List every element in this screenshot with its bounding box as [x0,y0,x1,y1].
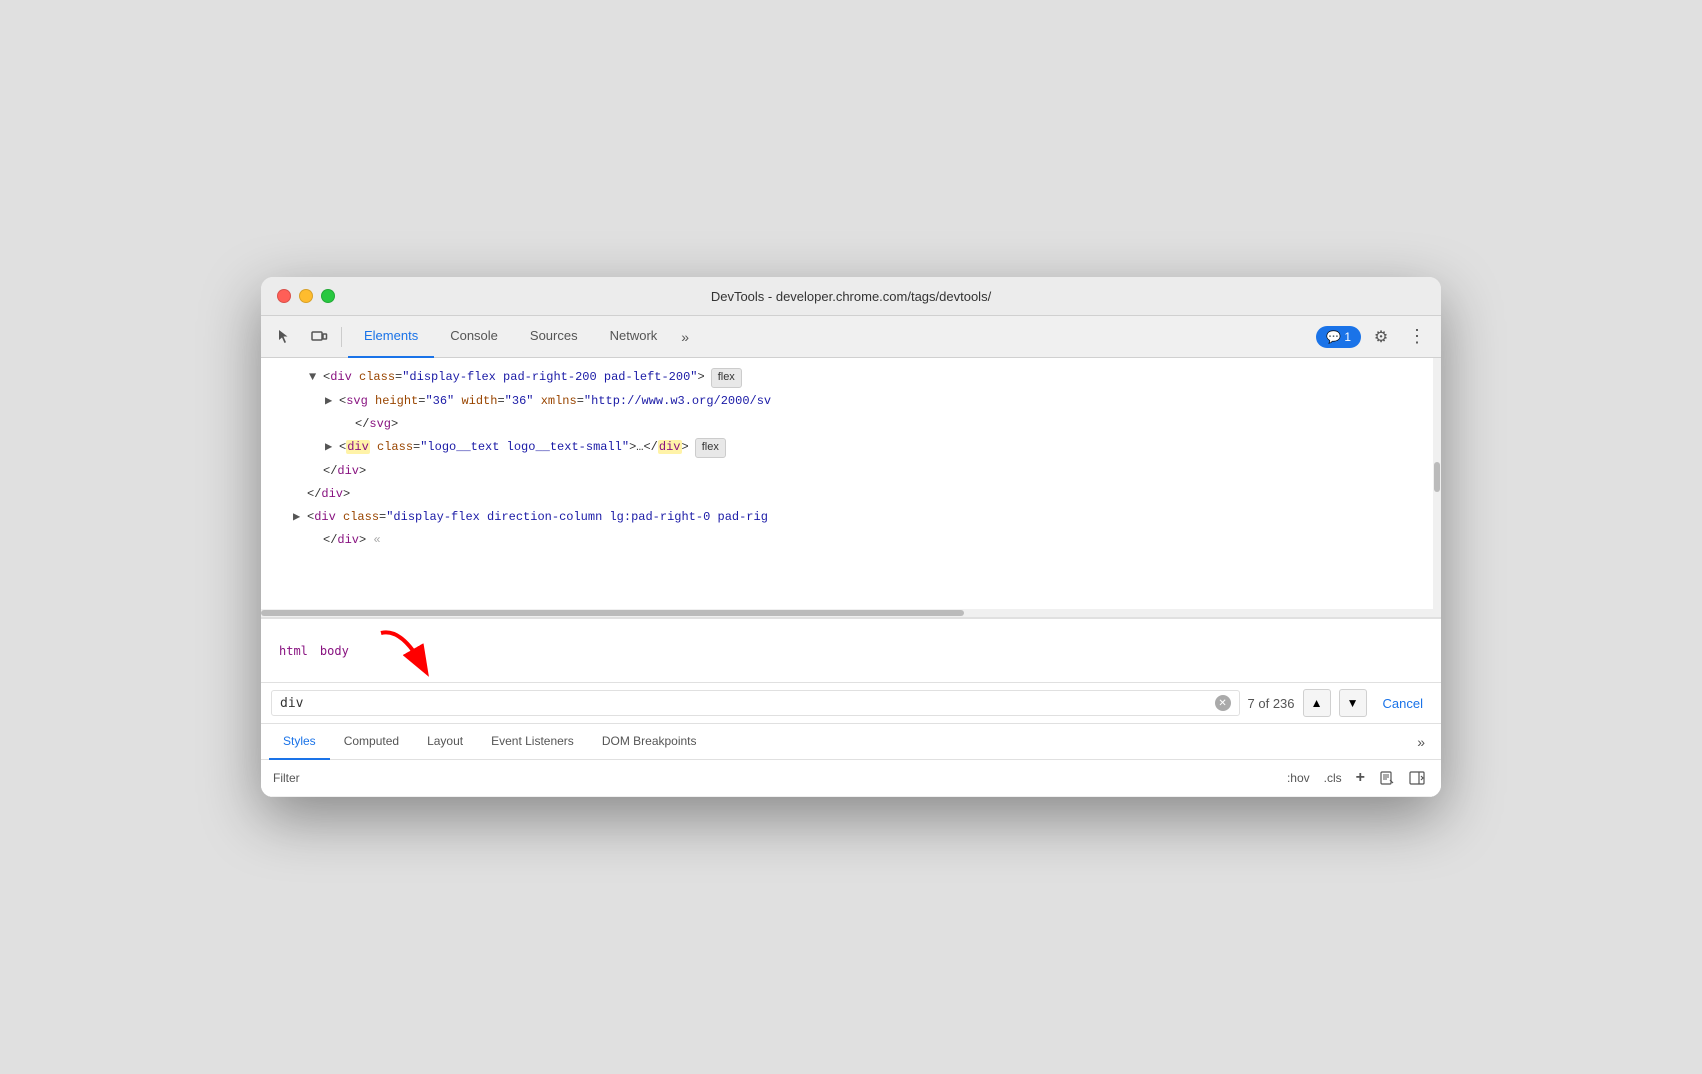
flex-badge[interactable]: flex [711,368,742,388]
more-options-button[interactable]: ⋮ [1401,321,1433,353]
filter-actions: :hov .cls + [1283,766,1429,790]
filter-bar: Filter :hov .cls + [261,760,1441,797]
minimize-button[interactable] [299,289,313,303]
toolbar-divider [341,327,342,347]
dom-line[interactable]: ▶ </div> [261,460,1441,483]
cls-button[interactable]: .cls [1320,769,1346,787]
vertical-scrollbar-thumb[interactable] [1434,462,1440,492]
dom-line[interactable]: ▶ </svg> [261,413,1441,436]
toolbar-right: 💬 1 ⚙ ⋮ [1316,321,1433,353]
close-button[interactable] [277,289,291,303]
add-style-button[interactable]: + [1352,767,1369,789]
inspect-element-button[interactable] [269,321,301,353]
search-prev-button[interactable]: ▲ [1303,689,1331,717]
tab-computed[interactable]: Computed [330,724,413,760]
dom-line[interactable]: ▶ <div class="display-flex direction-col… [261,506,1441,529]
breadcrumb-body[interactable]: body [314,642,355,660]
more-tabs-button[interactable]: » [673,316,697,358]
expand-arrow[interactable]: ▶ [293,508,305,527]
styles-panel: Styles Computed Layout Event Listeners D… [261,724,1441,797]
dom-line[interactable]: ▶ <svg height="36" width="36" xmlns="htt… [261,390,1441,413]
tab-network[interactable]: Network [594,316,674,358]
devtools-window: DevTools - developer.chrome.com/tags/dev… [261,277,1441,797]
tab-sources[interactable]: Sources [514,316,594,358]
filter-label: Filter [273,771,1275,785]
devtools-toolbar: Elements Console Sources Network » 💬 1 ⚙… [261,316,1441,358]
expand-arrow[interactable]: ▼ [309,368,321,387]
search-next-button[interactable]: ▼ [1339,689,1367,717]
horizontal-scrollbar[interactable] [261,609,1433,617]
styles-tabs: Styles Computed Layout Event Listeners D… [261,724,1441,760]
dom-line[interactable]: ▼ <div class="display-flex pad-right-200… [261,366,1441,390]
search-bar: ✕ 7 of 236 ▲ ▼ Cancel [261,683,1441,724]
flex-badge-2[interactable]: flex [695,438,726,458]
tab-nav: Elements Console Sources Network » [348,316,1314,357]
toggle-sidebar-button[interactable] [1405,766,1429,790]
search-clear-button[interactable]: ✕ [1215,695,1231,711]
breadcrumb-html[interactable]: html [273,642,314,660]
traffic-lights [277,289,335,303]
hov-button[interactable]: :hov [1283,769,1314,787]
device-icon [310,328,328,346]
maximize-button[interactable] [321,289,335,303]
vertical-scrollbar[interactable] [1433,358,1441,617]
window-title: DevTools - developer.chrome.com/tags/dev… [711,289,991,304]
tab-styles[interactable]: Styles [269,724,330,760]
device-toolbar-button[interactable] [303,321,335,353]
dom-line-highlight[interactable]: ▶ <div class="logo__text logo__text-smal… [261,436,1441,460]
expand-arrow[interactable]: ▶ [325,392,337,411]
dom-panel[interactable]: ▼ <div class="display-flex pad-right-200… [261,358,1441,618]
more-style-tabs-button[interactable]: » [1409,734,1433,750]
title-bar: DevTools - developer.chrome.com/tags/dev… [261,277,1441,316]
expand-arrow[interactable]: ▶ [325,438,337,457]
tab-console[interactable]: Console [434,316,514,358]
settings-button[interactable]: ⚙ [1365,321,1397,353]
tab-elements[interactable]: Elements [348,316,434,358]
search-input[interactable] [280,696,1209,711]
tab-event-listeners[interactable]: Event Listeners [477,724,588,760]
dom-line[interactable]: ▶ </div> « [261,529,1441,552]
cursor-icon [276,328,294,346]
breadcrumb-bar: html body [261,618,1441,683]
tab-dom-breakpoints[interactable]: DOM Breakpoints [588,724,711,760]
notification-button[interactable]: 💬 1 [1316,326,1361,348]
search-cancel-button[interactable]: Cancel [1375,692,1431,715]
red-arrow-indicator [371,623,441,678]
search-count: 7 of 236 [1248,696,1295,711]
search-input-wrapper: ✕ [271,690,1240,716]
horizontal-scrollbar-thumb[interactable] [261,610,964,616]
tab-layout[interactable]: Layout [413,724,477,760]
dom-line[interactable]: ▶ </div> [261,483,1441,506]
new-stylesheet-button[interactable] [1375,766,1399,790]
